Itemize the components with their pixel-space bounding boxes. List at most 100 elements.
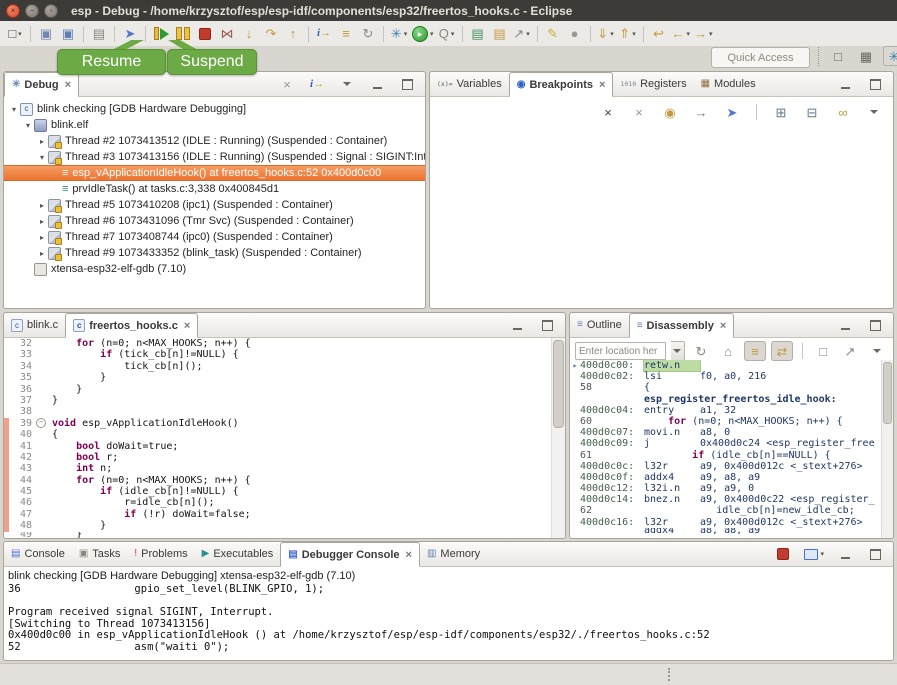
sync-with-stack-button[interactable]: ⇄ [771, 341, 793, 361]
source-code-area[interactable]: 32 for (n=0; n<MAX_HOOKS; n++) {33 if (t… [4, 338, 552, 538]
cpp-perspective-button[interactable]: ▦ [855, 46, 877, 66]
close-icon[interactable]: × [599, 79, 605, 91]
collapse-all-button[interactable]: ⊟ [801, 102, 823, 122]
expand-arrow-icon[interactable]: ▸ [36, 201, 48, 210]
tab-console[interactable]: ▤Console [4, 542, 72, 566]
code-line[interactable]: 32 for (n=0; n<MAX_HOOKS; n++) { [4, 338, 552, 349]
tab-variables[interactable]: (x)=Variables [430, 72, 509, 96]
maximize-button[interactable] [396, 74, 418, 94]
expand-arrow-icon[interactable]: ▸ [36, 217, 48, 226]
open-project-button[interactable]: ▤ [467, 24, 489, 44]
close-icon[interactable]: × [184, 320, 190, 332]
profile-button[interactable]: Q▾ [436, 24, 458, 44]
tab-tasks[interactable]: ▣Tasks [72, 542, 128, 566]
minimize-button[interactable] [834, 74, 856, 94]
tab-debugger-console[interactable]: ▤Debugger Console× [280, 542, 420, 567]
tab-blink-c[interactable]: cblink.c [4, 313, 65, 337]
tab-outline[interactable]: ≡Outline [570, 313, 629, 337]
debug-tree-row[interactable]: xtensa-esp32-elf-gdb (7.10) [4, 261, 425, 277]
expand-arrow-icon[interactable]: ▸ [36, 137, 48, 146]
expand-arrow-icon[interactable]: ▾ [8, 105, 20, 114]
new-disassembly-view-button[interactable]: □ [812, 341, 834, 361]
disasm-row[interactable]: 61 if (idle_cb[n]==NULL) { [570, 450, 882, 461]
show-debug-console-button[interactable]: ≡ [335, 24, 357, 44]
code-line[interactable]: 44 for (n=0; n<MAX_HOOKS; n++) { [4, 475, 552, 486]
instruction-stepping-button[interactable]: i→ [313, 24, 335, 44]
show-source-button[interactable]: ≡ [744, 341, 766, 361]
debug-tree-row[interactable]: ▾Thread #3 1073413156 (IDLE : Running) (… [4, 149, 425, 165]
maximize-button[interactable] [536, 315, 558, 335]
toggle-mark-button[interactable]: ● [564, 24, 586, 44]
disasm-row[interactable]: 60 for (n=0; n<MAX_HOOKS; n++) { [570, 416, 882, 427]
quick-access-box[interactable]: Quick Access [711, 47, 810, 68]
code-line[interactable]: 38 [4, 406, 552, 417]
disasm-row[interactable]: 400d0c07:movi.na8, 0 [570, 427, 882, 438]
instruction-stepping-mode-button[interactable]: i→ [306, 74, 328, 94]
next-annotation-button[interactable]: ⇓▾ [595, 24, 617, 44]
remove-breakpoint-button[interactable]: × [597, 102, 619, 122]
fold-marker[interactable]: − [36, 418, 46, 428]
debug-tree-row[interactable]: ▾cblink checking [GDB Hardware Debugging… [4, 101, 425, 117]
close-icon[interactable]: × [720, 320, 726, 332]
open-folder-button[interactable]: ▤ [489, 24, 511, 44]
new-wizard-button[interactable]: □▾ [4, 24, 26, 44]
code-line[interactable]: 48 } [4, 520, 552, 531]
disassembly-listing[interactable]: ▸400d0c00:retw.n400d0c02:lsif0, a0, 2165… [570, 360, 882, 538]
disasm-row[interactable]: 400d0c04:entrya1, 32 [570, 405, 882, 416]
window-maximize-button[interactable]: ▫ [44, 4, 58, 18]
code-line[interactable]: 46 r=idle_cb[n](); [4, 497, 552, 508]
disasm-row[interactable]: ▸400d0c00:retw.n [570, 360, 882, 371]
minimize-button[interactable] [834, 315, 856, 335]
print-button[interactable]: ▤ [88, 24, 110, 44]
run-button[interactable]: ▸▾ [410, 24, 436, 44]
expand-arrow-icon[interactable]: ▸ [36, 233, 48, 242]
minimize-button[interactable] [366, 74, 388, 94]
restart-button[interactable]: ↻ [357, 24, 379, 44]
last-edit-location-button[interactable]: ↩ [648, 24, 670, 44]
step-into-button[interactable]: ↓ [238, 24, 260, 44]
debug-perspective-button[interactable]: ✳ [883, 46, 897, 66]
terminate-button[interactable] [772, 544, 794, 564]
step-return-button[interactable]: ↑ [282, 24, 304, 44]
tab-registers[interactable]: 1010Registers [613, 72, 693, 96]
tab-memory[interactable]: ▥Memory [420, 542, 487, 566]
debug-tree-row[interactable]: ▸Thread #6 1073431096 (Tmr Svc) (Suspend… [4, 213, 425, 229]
remove-all-terminated-button[interactable]: × [276, 74, 298, 94]
disasm-row[interactable]: 400d0c16:l32ra9, 0x400d012c <_stext+276> [570, 517, 882, 528]
save-button[interactable]: ▣ [35, 24, 57, 44]
tab-freertos-hooks-c[interactable]: cfreertos_hooks.c× [65, 313, 198, 338]
skip-all-breakpoints-button[interactable]: ➤ [721, 102, 743, 122]
debug-tree-row[interactable]: ≡esp_vApplicationIdleHook() at freertos_… [4, 165, 425, 181]
location-input[interactable]: Enter location her [575, 342, 666, 360]
view-menu-button[interactable] [863, 102, 885, 122]
maximize-button[interactable] [864, 315, 886, 335]
code-line[interactable]: 45 if (idle_cb[n]!=NULL) { [4, 486, 552, 497]
code-line[interactable]: 42 bool r; [4, 452, 552, 463]
refresh-button[interactable]: ↻ [690, 341, 712, 361]
tab-debug[interactable]: ✳Debug× [4, 72, 79, 97]
mark-occurrences-button[interactable]: ✎ [542, 24, 564, 44]
code-line[interactable]: 40{ [4, 429, 552, 440]
disasm-row[interactable]: 400d0c0c:l32ra9, 0x400d012c <_stext+276> [570, 461, 882, 472]
code-line[interactable]: 49 } [4, 532, 552, 538]
tab-executables[interactable]: ▶Executables [195, 542, 281, 566]
tab-breakpoints[interactable]: ◉Breakpoints× [509, 72, 614, 97]
disassembly-scrollbar[interactable] [881, 360, 893, 538]
link-with-debug-view-button[interactable]: ∞ [832, 102, 854, 122]
disconnect-button[interactable]: ⋈ [216, 24, 238, 44]
expand-arrow-icon[interactable]: ▸ [36, 249, 48, 258]
disasm-row[interactable]: 400d0c12:l32i.na9, a9, 0 [570, 483, 882, 494]
close-icon[interactable]: × [406, 549, 412, 561]
window-close-button[interactable]: × [6, 4, 20, 18]
debug-tree-row[interactable]: ▾blink.elf [4, 117, 425, 133]
disasm-row[interactable]: addx4a8, a8, a9 [570, 528, 882, 534]
display-selected-console-button[interactable]: ▾ [802, 544, 826, 564]
view-menu-button[interactable] [336, 74, 358, 94]
expand-arrow-icon[interactable]: ▾ [36, 153, 48, 162]
show-supported-breakpoints-button[interactable]: ◉ [659, 102, 681, 122]
debug-tree-row[interactable]: ▸Thread #5 1073410208 (ipc1) (Suspended … [4, 197, 425, 213]
maximize-button[interactable] [864, 74, 886, 94]
editor-scrollbar[interactable] [551, 338, 565, 538]
tab-problems[interactable]: !Problems [127, 542, 194, 566]
expand-all-button[interactable]: ⊞ [770, 102, 792, 122]
